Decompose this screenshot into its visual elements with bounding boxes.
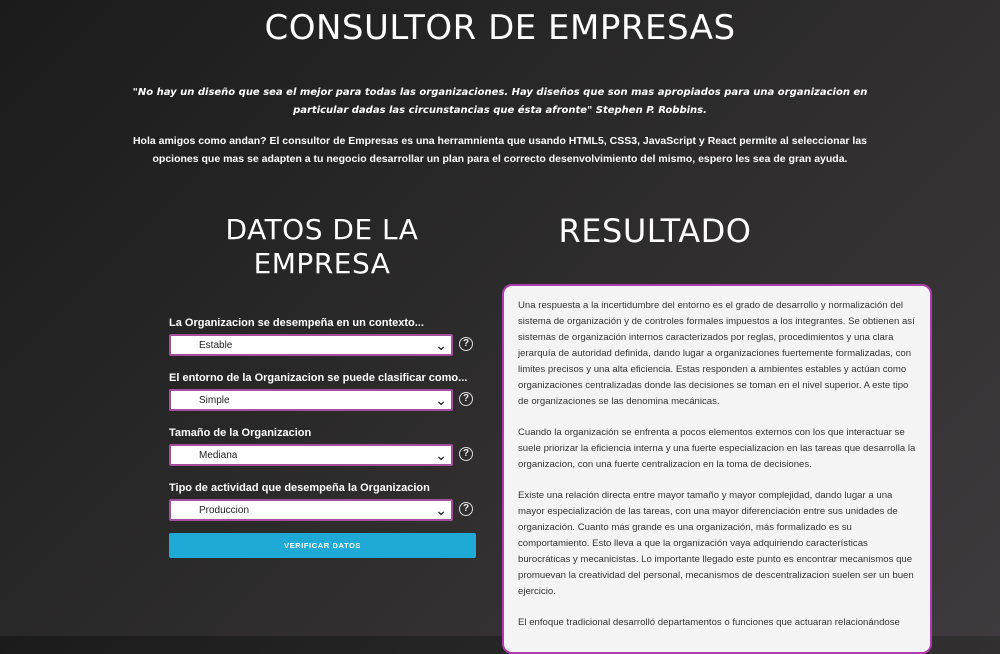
size-label: Tamaño de la Organizacion xyxy=(169,427,312,439)
verify-data-button[interactable]: VERIFICAR DATOS xyxy=(169,533,476,558)
context-select-value: Estable xyxy=(199,340,233,351)
context-label: La Organizacion se desempeña en un conte… xyxy=(169,317,424,329)
chevron-down-icon: ⌄ xyxy=(435,502,447,518)
environment-select[interactable]: Simple ⌄ xyxy=(169,389,453,411)
size-select[interactable]: Mediana ⌄ xyxy=(169,444,453,466)
help-icon[interactable]: ? xyxy=(459,502,473,516)
result-paragraph: Una respuesta a la incertidumbre del ent… xyxy=(518,300,915,407)
result-paragraph: Existe una relación directa entre mayor … xyxy=(518,490,914,597)
result-paragraph: Cuando la organización se enfrenta a poc… xyxy=(518,427,916,470)
context-select[interactable]: Estable ⌄ xyxy=(169,334,453,356)
activity-label: Tipo de actividad que desempeña la Organ… xyxy=(169,482,430,494)
company-data-title: DATOS DE LA EMPRESA xyxy=(172,213,472,281)
size-field: Tamaño de la Organizacion Mediana ⌄ ? xyxy=(169,425,489,480)
help-icon[interactable]: ? xyxy=(459,392,473,406)
activity-field: Tipo de actividad que desempeña la Organ… xyxy=(169,480,489,535)
chevron-down-icon: ⌄ xyxy=(435,447,447,463)
activity-select[interactable]: Produccion ⌄ xyxy=(169,499,453,521)
environment-field: El entorno de la Organizacion se puede c… xyxy=(169,370,489,425)
company-form: La Organizacion se desempeña en un conte… xyxy=(169,315,489,535)
chevron-down-icon: ⌄ xyxy=(435,337,447,353)
environment-label: El entorno de la Organizacion se puede c… xyxy=(169,372,468,384)
activity-select-value: Produccion xyxy=(199,505,250,516)
chevron-down-icon: ⌄ xyxy=(435,392,447,408)
size-select-value: Mediana xyxy=(199,450,238,461)
environment-select-value: Simple xyxy=(199,395,230,406)
intro-text: Hola amigos como andan? El consultor de … xyxy=(132,135,868,165)
result-panel: Una respuesta a la incertidumbre del ent… xyxy=(502,284,932,654)
result-paragraph: El enfoque tradicional desarrolló depart… xyxy=(518,617,900,628)
help-icon[interactable]: ? xyxy=(459,447,473,461)
quote-text: "No hay un diseño que sea el mejor para … xyxy=(132,87,868,116)
page-title: CONSULTOR DE EMPRESAS xyxy=(264,8,736,48)
result-title: RESULTADO xyxy=(558,212,752,250)
company-data-title-line1: DATOS DE LA xyxy=(225,213,419,246)
company-data-title-line2: EMPRESA xyxy=(253,247,391,280)
context-field: La Organizacion se desempeña en un conte… xyxy=(169,315,489,370)
help-icon[interactable]: ? xyxy=(459,337,473,351)
